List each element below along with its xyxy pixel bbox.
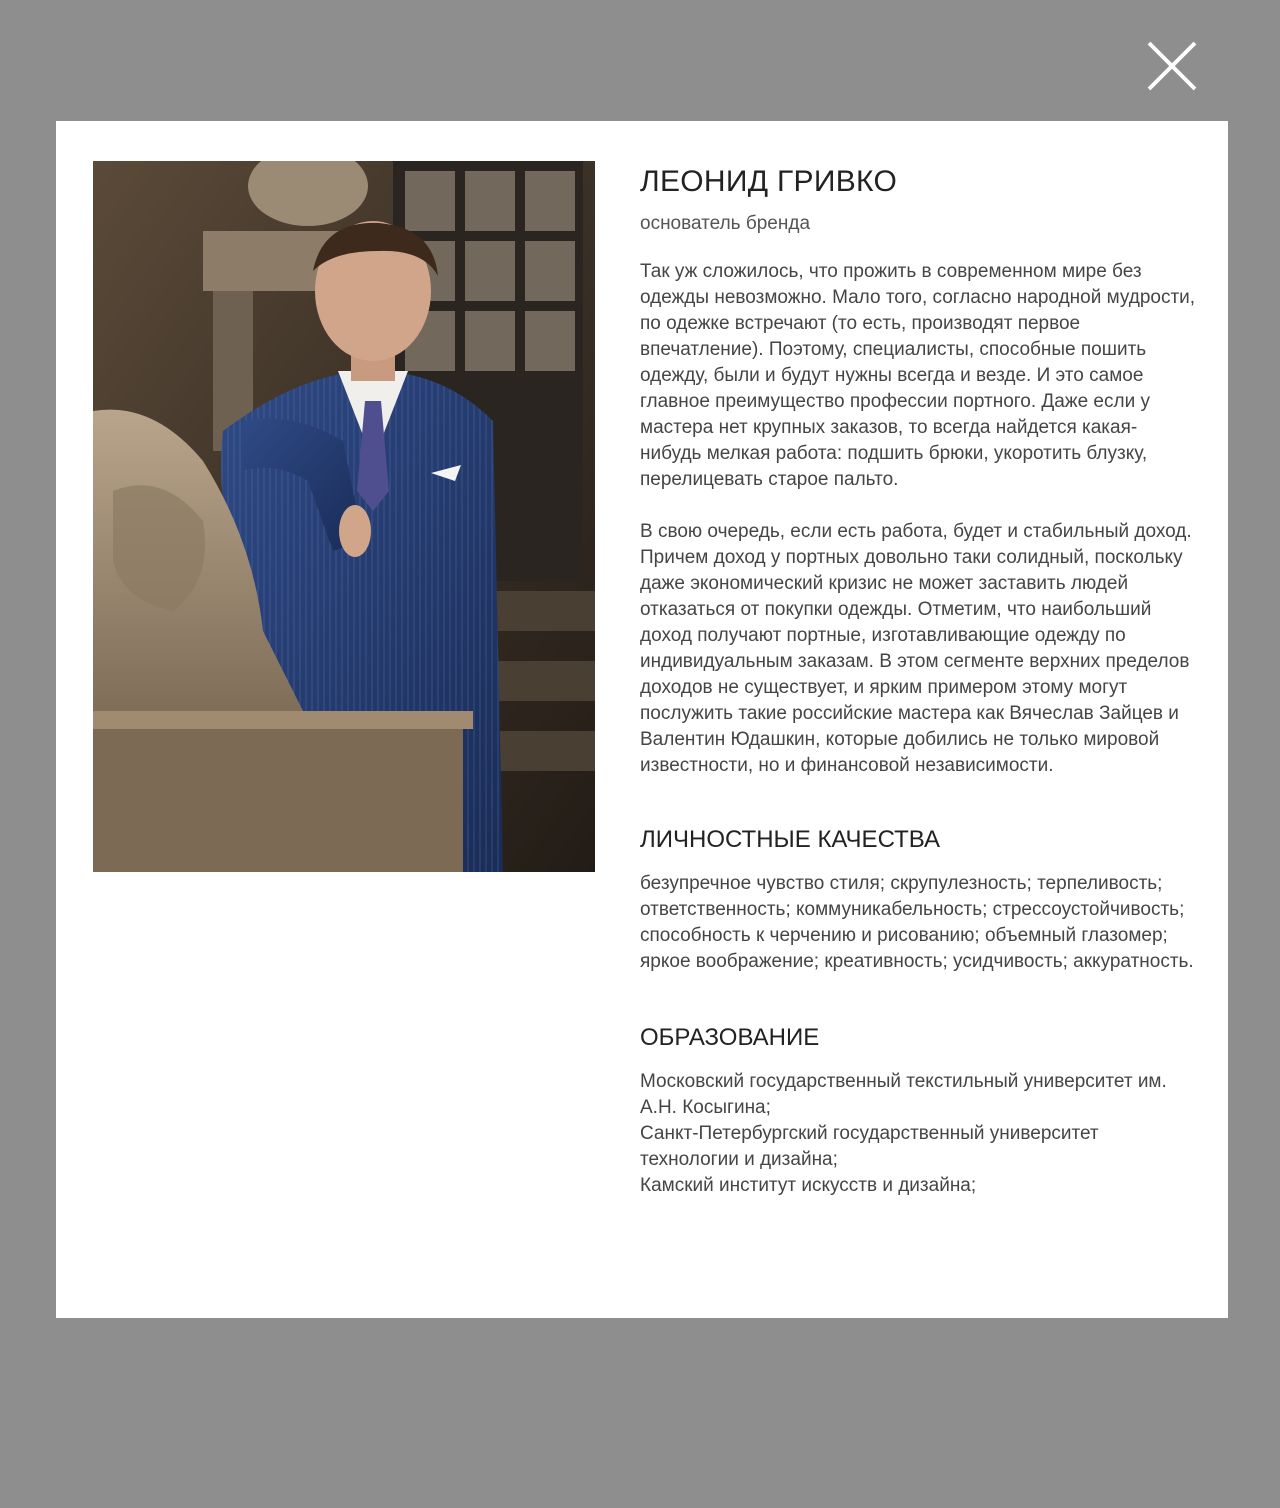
- portrait-photo: [93, 161, 595, 872]
- education-title: ОБРАЗОВАНИЕ: [640, 1024, 820, 1051]
- close-icon: [1147, 41, 1197, 91]
- profile-role: основатель бренда: [640, 213, 811, 234]
- profile-content: ЛЕОНИД ГРИВКО основатель бренда Так уж с…: [640, 161, 1196, 1199]
- bio-paragraph-1: Так уж сложилось, что прожить в современ…: [640, 261, 1196, 490]
- qualities-title: ЛИЧНОСТНЫЕ КАЧЕСТВА: [640, 826, 940, 853]
- qualities-text: безупречное чувство стиля; скрупулезност…: [640, 873, 1194, 972]
- education-item: Санкт-Петербургский государственный унив…: [640, 1123, 1099, 1170]
- education-list: Московский государственный текстильный у…: [640, 1069, 1196, 1199]
- education-item: Московский государственный текстильный у…: [640, 1071, 1167, 1118]
- profile-name: ЛЕОНИД ГРИВКО: [640, 165, 898, 198]
- close-button[interactable]: [1146, 40, 1198, 92]
- bio-paragraph-2: В свою очередь, если есть работа, будет …: [640, 521, 1192, 776]
- education-item: Камский институт искусств и дизайна;: [640, 1175, 977, 1196]
- profile-modal: ЛЕОНИД ГРИВКО основатель бренда Так уж с…: [56, 121, 1228, 1318]
